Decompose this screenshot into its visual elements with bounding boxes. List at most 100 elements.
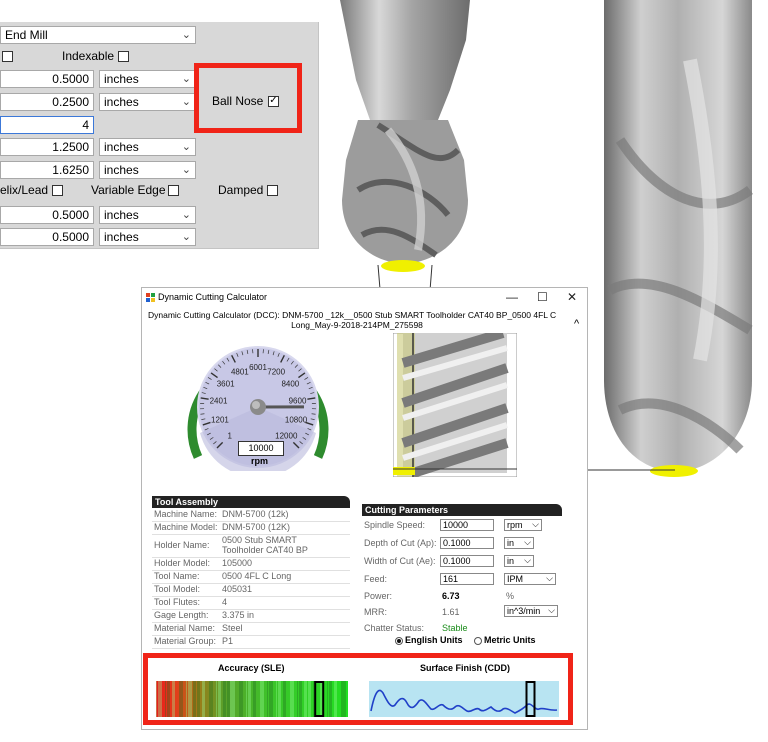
tool-type-dropdown[interactable]: End Mill ⌄ bbox=[0, 26, 196, 44]
damped-checkbox[interactable] bbox=[267, 185, 278, 196]
chevron-down-icon: ⌵ bbox=[548, 605, 555, 615]
accuracy-stripe bbox=[197, 681, 200, 717]
chevron-down-icon: ⌄ bbox=[181, 73, 191, 85]
dimension-2-unit-dropdown[interactable]: inches ⌄ bbox=[99, 93, 196, 111]
tool-assembly-row-label: Holder Model: bbox=[154, 558, 211, 568]
doc-input[interactable]: 0.1000 bbox=[440, 537, 494, 549]
chevron-down-icon: ⌵ bbox=[546, 573, 553, 583]
tool-assembly-row: Machine Name: DNM-5700 (12k) bbox=[152, 509, 350, 522]
spindle-speed-input[interactable]: 10000 bbox=[440, 519, 494, 531]
checkmark-icon: ✓ bbox=[269, 95, 278, 106]
tool-assembly-row: Holder Model: 105000 bbox=[152, 558, 350, 571]
variable-edge-checkbox[interactable] bbox=[168, 185, 179, 196]
accuracy-label: Accuracy (SLE) bbox=[218, 663, 285, 673]
mrr-unit-dropdown[interactable]: in^3/min ⌵ bbox=[504, 605, 558, 617]
dimension-1-input[interactable]: 0.5000 bbox=[0, 70, 94, 88]
ball-nose-label: Ball Nose bbox=[212, 94, 264, 108]
accuracy-stripe bbox=[267, 681, 268, 717]
tool-assembly-row: Tool Flutes: 4 bbox=[152, 597, 350, 610]
indexable-checkbox[interactable] bbox=[118, 51, 129, 62]
unit-value: inches bbox=[104, 163, 139, 177]
english-units-radio[interactable] bbox=[395, 637, 403, 645]
mrr-label: MRR: bbox=[364, 607, 387, 617]
unit-value: in^3/min bbox=[507, 606, 541, 616]
tool-assembly-row-label: Material Group: bbox=[154, 636, 217, 646]
dimension-2-input[interactable]: 0.2500 bbox=[0, 93, 94, 111]
metric-units-radio[interactable] bbox=[474, 637, 482, 645]
dcc-window: Dynamic Cutting Calculator — ☐ ✕ Dynamic… bbox=[141, 287, 588, 730]
accuracy-stripe bbox=[248, 681, 251, 717]
tool-assembly-row: Material Name: Steel bbox=[152, 623, 350, 636]
tool-flute-preview bbox=[393, 333, 517, 477]
feed-input[interactable]: 161 bbox=[440, 573, 494, 585]
feed-unit-dropdown[interactable]: IPM ⌵ bbox=[504, 573, 556, 585]
mrr-value: 1.61 bbox=[442, 607, 460, 617]
gauge-tick-label: 2401 bbox=[210, 397, 228, 406]
accuracy-stripe bbox=[167, 681, 170, 717]
unit-value: in bbox=[507, 556, 515, 566]
tool-assembly-row-label: Machine Name: bbox=[154, 509, 218, 519]
accuracy-stripe bbox=[345, 681, 346, 717]
doc-unit-dropdown[interactable]: in ⌵ bbox=[504, 537, 534, 549]
window-titlebar: Dynamic Cutting Calculator — ☐ ✕ bbox=[142, 288, 587, 310]
tool-assembly-row-value: 105000 bbox=[222, 558, 253, 568]
tool-assembly-row-value: 3.375 in bbox=[222, 610, 255, 620]
gauge-tick-label: 10800 bbox=[285, 415, 308, 424]
spindle-speed-label: Spindle Speed: bbox=[364, 520, 426, 530]
flute-count-input[interactable]: 4 bbox=[0, 116, 94, 134]
close-icon[interactable]: ✕ bbox=[567, 290, 577, 304]
dimension-6-unit-dropdown[interactable]: inches ⌄ bbox=[99, 206, 196, 224]
accuracy-stripe bbox=[253, 681, 255, 717]
accuracy-stripe bbox=[174, 681, 175, 717]
cutting-parameters-title: Cutting Parameters bbox=[362, 504, 562, 516]
dcc-header-line2: Long_May-9-2018-214PM_275598 bbox=[291, 320, 423, 330]
dimension-7-input[interactable]: 0.5000 bbox=[0, 228, 94, 246]
gauge-tick-label: 7200 bbox=[267, 367, 285, 376]
unit-value: inches bbox=[104, 140, 139, 154]
tool-assembly-row-label: Gage Length: bbox=[154, 610, 209, 620]
accuracy-stripe bbox=[276, 681, 277, 717]
woc-input[interactable]: 0.1000 bbox=[440, 555, 494, 567]
accuracy-stripe bbox=[216, 681, 217, 717]
accuracy-stripe bbox=[329, 681, 332, 717]
maximize-icon[interactable]: ☐ bbox=[537, 290, 548, 304]
accuracy-stripe bbox=[285, 681, 286, 717]
tool-assembly-row-label: Holder Name: bbox=[154, 540, 210, 550]
accuracy-stripe bbox=[195, 681, 196, 717]
minimize-icon[interactable]: — bbox=[506, 290, 518, 304]
dimension-6-input[interactable]: 0.5000 bbox=[0, 206, 94, 224]
dimension-5-unit-dropdown[interactable]: inches ⌄ bbox=[99, 161, 196, 179]
gauge-tick-label: 8400 bbox=[281, 379, 299, 388]
helix-lead-checkbox[interactable] bbox=[52, 185, 63, 196]
feed-label: Feed: bbox=[364, 574, 388, 584]
ball-nose-checkbox[interactable]: ✓ bbox=[268, 96, 279, 107]
cutting-parameters-panel: Cutting Parameters Spindle Speed: 10000 … bbox=[362, 504, 562, 654]
dimension-4-input[interactable]: 1.2500 bbox=[0, 138, 94, 156]
accuracy-stripe bbox=[283, 681, 285, 717]
chevron-down-icon: ⌵ bbox=[524, 555, 531, 565]
dimension-7-unit-dropdown[interactable]: inches ⌄ bbox=[99, 228, 196, 246]
accuracy-stripe bbox=[334, 681, 336, 717]
dimension-1-unit-dropdown[interactable]: inches ⌄ bbox=[99, 70, 196, 88]
tool-assembly-row-label: Tool Flutes: bbox=[154, 597, 201, 607]
spindle-speed-unit-dropdown[interactable]: rpm ⌵ bbox=[504, 519, 542, 531]
unlabeled-checkbox[interactable] bbox=[2, 51, 13, 62]
gauge-tick-label: 3601 bbox=[217, 379, 235, 388]
dimension-5-input[interactable]: 1.6250 bbox=[0, 161, 94, 179]
tool-assembly-row-value: 0500 Stub SMART Toolholder CAT40 BP bbox=[222, 535, 308, 555]
power-unit: % bbox=[506, 591, 515, 601]
dcc-header-line1: Dynamic Cutting Calculator (DCC): DNM-57… bbox=[148, 310, 557, 320]
variable-edge-label: Variable Edge bbox=[91, 183, 166, 197]
gauge-tick-label: 6001 bbox=[249, 363, 267, 372]
woc-unit-dropdown[interactable]: in ⌵ bbox=[504, 555, 534, 567]
unit-value: inches bbox=[104, 230, 139, 244]
scroll-up-icon[interactable]: ^ bbox=[574, 318, 579, 330]
power-value: 6.73 bbox=[442, 591, 460, 601]
helix-lead-label: elix/Lead bbox=[0, 183, 49, 197]
dimension-4-unit-dropdown[interactable]: inches ⌄ bbox=[99, 138, 196, 156]
tool-assembly-row-value: Steel bbox=[222, 623, 243, 633]
tool-assembly-row: Tool Model: 405031 bbox=[152, 584, 350, 597]
accuracy-stripe bbox=[306, 681, 307, 717]
surface-finish-cdd-plot bbox=[369, 681, 559, 717]
accuracy-stripe bbox=[193, 681, 195, 717]
